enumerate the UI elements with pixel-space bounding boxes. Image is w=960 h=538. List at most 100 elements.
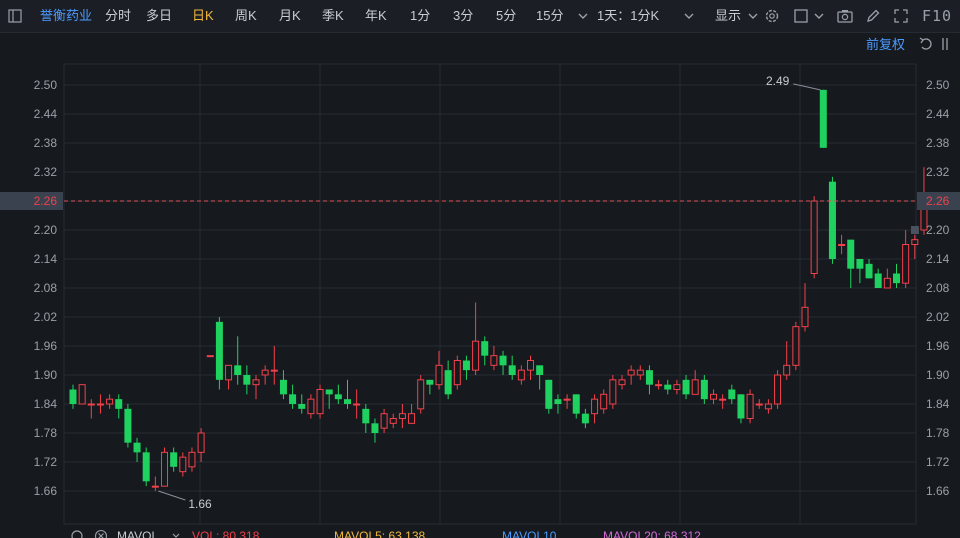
y-tick-label-right: 1.72 — [926, 455, 950, 469]
candle-down — [133, 442, 141, 453]
tab-monthly-k[interactable]: 月K — [279, 0, 301, 32]
max-label: 2.49 — [766, 74, 790, 88]
display-menu[interactable]: 显示 — [715, 0, 741, 32]
chevron-down-icon[interactable] — [574, 7, 592, 25]
close-icon[interactable] — [94, 529, 108, 538]
candle-up — [252, 379, 260, 386]
tab-15min[interactable]: 15分 — [536, 0, 563, 32]
y-tick-label-left: 1.90 — [34, 368, 58, 382]
min-pointer — [158, 490, 186, 501]
tab-weekly-k[interactable]: 周K — [235, 0, 257, 32]
tab-quarterly-k[interactable]: 季K — [322, 0, 344, 32]
price-marker-right-label: 2.26 — [926, 194, 950, 208]
tab-multi-day[interactable]: 多日 — [146, 0, 172, 32]
y-tick-label-right: 2.32 — [926, 165, 950, 179]
undo-icon[interactable] — [918, 36, 934, 52]
candle-down — [243, 375, 251, 385]
y-tick-label-left: 2.14 — [34, 252, 58, 266]
candle-down — [554, 399, 562, 404]
y-tick-label-right: 1.78 — [926, 426, 950, 440]
candle-up — [810, 200, 818, 274]
candle-down — [581, 413, 589, 424]
mavol-label[interactable]: MAVOL — [117, 526, 158, 538]
candle-up — [453, 360, 461, 386]
chevron-down-icon[interactable] — [680, 7, 698, 25]
candle-down — [536, 365, 544, 375]
gear-icon[interactable] — [763, 7, 781, 25]
tab-5min[interactable]: 5分 — [496, 0, 516, 32]
candle-up — [774, 374, 782, 405]
candles — [69, 89, 928, 491]
candle-up — [783, 364, 791, 376]
candle-up — [490, 355, 498, 366]
candle-down — [142, 452, 150, 482]
y-tick-label-left: 2.08 — [34, 281, 58, 295]
y-tick-label-right: 2.50 — [926, 78, 950, 92]
tab-intraday[interactable]: 分时 — [105, 0, 131, 32]
candle-up — [188, 451, 196, 468]
candle-down — [737, 394, 745, 419]
candle-up — [197, 432, 205, 453]
chevron-down-icon[interactable] — [744, 7, 762, 25]
candle-up — [398, 413, 406, 419]
candle-down — [362, 408, 370, 424]
candle-up — [755, 403, 763, 406]
min-label: 1.66 — [188, 497, 212, 511]
candle-up — [161, 451, 168, 487]
tab-1min[interactable]: 1分 — [410, 0, 430, 32]
candle-down — [728, 389, 736, 400]
y-axis-right: 2.50 2.44 2.38 2.32 2.20 2.14 2.08 2.02 1.96 1.90… — [926, 78, 950, 498]
candle-up — [316, 389, 324, 415]
chevron-down-icon[interactable] — [170, 530, 182, 538]
drag-handle-icon[interactable] — [939, 36, 955, 52]
y-tick-label-left: 1.78 — [34, 426, 58, 440]
candle-down — [170, 452, 178, 467]
y-tick-label-right: 1.66 — [926, 484, 950, 498]
candle-down — [234, 365, 242, 375]
candle-up — [883, 277, 891, 289]
fullscreen-icon[interactable] — [892, 7, 910, 25]
candle-down — [847, 239, 855, 269]
y-tick-label-right: 2.44 — [926, 107, 950, 121]
tab-3min[interactable]: 3分 — [453, 0, 473, 32]
y-tick-label-left: 2.32 — [34, 165, 58, 179]
candle-up — [270, 369, 278, 372]
intraday-period-select[interactable]: 1天：1分K — [597, 0, 659, 32]
stock-name[interactable]: 誉衡药业 — [40, 0, 92, 32]
candle-up — [764, 403, 772, 410]
candle-up — [408, 413, 416, 424]
indicator-bar: MAVOL VOL: 80.318 MAVOL5: 63.138 MAVOL10… — [0, 526, 960, 538]
candle-up — [78, 384, 86, 405]
tab-yearly-k[interactable]: 年K — [365, 0, 387, 32]
forward-adjust-button[interactable]: 前复权 — [866, 36, 905, 54]
candle-up — [96, 403, 104, 406]
tab-daily-k[interactable]: 日K — [192, 0, 214, 32]
chevron-down-icon[interactable] — [810, 7, 828, 25]
candle-up — [87, 403, 95, 406]
square-icon[interactable] — [792, 7, 810, 25]
candle-up — [801, 306, 809, 328]
y-tick-label-left: 2.50 — [34, 78, 58, 92]
camera-icon[interactable] — [836, 7, 854, 25]
gear-icon[interactable] — [70, 529, 84, 538]
y-tick-label-right: 2.14 — [926, 252, 950, 266]
y-tick-label-left: 1.84 — [34, 397, 58, 411]
candle-down — [664, 384, 672, 390]
pencil-icon[interactable] — [864, 7, 882, 25]
y-tick-label-right: 1.96 — [926, 339, 950, 353]
candlestick-chart[interactable]: 2.50 2.44 2.38 2.32 2.20 2.14 2.08 2.02 1.96 1.90… — [0, 56, 960, 526]
mavol10-value: MAVOL10 — [502, 529, 557, 538]
chart-toolbar: 誉衡药业 分时 多日 日K 周K 月K 季K 年K 1分 3分 5分 15分 1… — [0, 0, 960, 33]
y-tick-label-right: 2.02 — [926, 310, 950, 324]
candle-down — [344, 399, 351, 404]
candle-down — [874, 273, 882, 288]
mavol20-value: MAVOL20: 68.312 — [603, 529, 701, 538]
candle-down — [298, 404, 306, 409]
panel-toggle-icon[interactable] — [6, 7, 24, 25]
candle-up — [710, 393, 717, 400]
f10-button[interactable]: F10 — [922, 0, 952, 32]
y-tick-label-left: 2.20 — [34, 223, 58, 237]
y-tick-label-right: 2.20 — [926, 223, 950, 237]
candle-up — [307, 398, 315, 415]
candle-up — [746, 393, 754, 420]
